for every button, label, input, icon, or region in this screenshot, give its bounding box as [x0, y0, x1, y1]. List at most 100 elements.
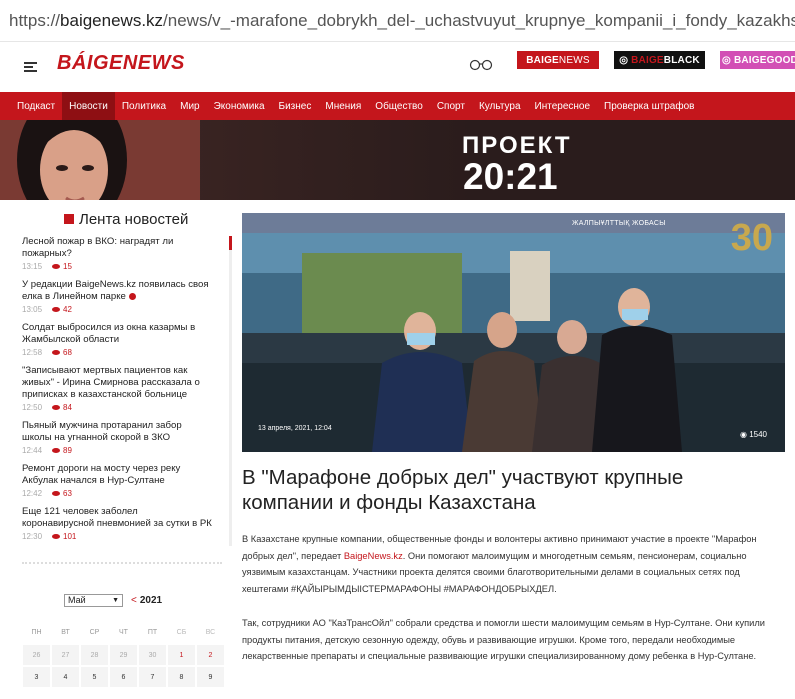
feed-item-title: У редакции BaigeNews.kz появилась своя е… [22, 279, 212, 303]
feed-item-meta: 12:42 63 [22, 489, 212, 498]
views-count: 1540 [749, 430, 767, 439]
month-select[interactable]: Май ▼ [64, 593, 123, 607]
feed-item-time: 12:44 [22, 446, 43, 455]
nav-item[interactable]: Политика [115, 92, 173, 120]
chevron-down-icon: ▼ [112, 596, 119, 604]
feed-title: Лента новостей [64, 210, 232, 228]
nav-item[interactable]: Спорт [430, 92, 472, 120]
nav-item[interactable]: Экономика [207, 92, 272, 120]
views-count: 84 [63, 403, 72, 412]
feed-item-title: Лесной пожар в ВКО: наградят ли пожарных… [22, 236, 212, 260]
views-count: 15 [63, 262, 72, 271]
url-host: baigenews.kz [60, 10, 164, 30]
brand-prefix: BAIGE [733, 54, 767, 66]
feed-item-meta: 13:15 15 [22, 262, 212, 271]
url-path: /news/v_-marafone_dobrykh_del-_uchastvuy… [163, 10, 795, 30]
eye-icon [52, 405, 61, 410]
feed-item-views: 68 [52, 348, 72, 357]
calendar-day[interactable]: 1 [167, 644, 196, 666]
baigeblack-button[interactable]: ◎ BAIGE BLACK [614, 51, 705, 69]
divider [22, 562, 222, 568]
feed-item-meta: 13:05 42 [22, 305, 212, 314]
brand-suffix: BLACK [663, 54, 700, 66]
calendar-day[interactable]: 27 [51, 644, 80, 666]
feed-item[interactable]: "Записывают мертвых пациентов как живых"… [22, 365, 212, 412]
eye-icon [52, 448, 61, 453]
main-nav: Подкаст Новости Политика Мир Экономика Бизнес… [0, 92, 795, 120]
heart-icon: ◎ [722, 54, 731, 66]
feed-list[interactable]: Лесной пожар в ВКО: наградят ли пожарных… [22, 236, 232, 566]
calendar-day[interactable]: 26 [22, 644, 51, 666]
source-link[interactable]: BaigeNews.kz [344, 551, 403, 561]
calendar-day[interactable]: 4 [51, 666, 80, 688]
feed-item-meta: 12:50 84 [22, 403, 212, 412]
nav-item[interactable]: Мнения [318, 92, 368, 120]
nav-item[interactable]: Новости [62, 92, 115, 120]
calendar-header: Май ▼ < 2021 [64, 592, 227, 608]
feed-item-title-text: Лесной пожар в ВКО: наградят ли пожарных… [22, 236, 174, 259]
feed-item-views: 89 [52, 446, 72, 455]
nav-item[interactable]: Проверка штрафов [597, 92, 701, 120]
calendar-day[interactable]: 8 [167, 666, 196, 688]
views-count: 68 [63, 348, 72, 357]
feed-item[interactable]: Солдат выбросился из окна казармы в Жамб… [22, 322, 212, 357]
prev-year-button[interactable]: < [131, 595, 137, 606]
feed-item-title-text: "Записывают мертвых пациентов как живых"… [22, 365, 200, 400]
brand-suffix: GOOD [766, 54, 795, 66]
weekday-label: ЧТ [119, 629, 128, 636]
article: ЖАЛПЫҰЛТТЫҚ ЖОБАСЫ 30 13 апреля, 2021, 1… [242, 213, 785, 665]
feed-item-title-text: Солдат выбросился из окна казармы в Жамб… [22, 322, 196, 345]
anniversary-badge: 30 [730, 217, 773, 259]
photo-scene [242, 213, 785, 452]
nav-item[interactable]: Интересное [528, 92, 598, 120]
eye-icon [52, 491, 61, 496]
feed-item-meta: 12:30 101 [22, 532, 212, 541]
article-date: 13 апреля, 2021, 12:04 [258, 425, 332, 432]
feed-item[interactable]: Еще 121 человек заболел коронавирусной п… [22, 506, 212, 541]
eye-icon [52, 350, 61, 355]
nav-item[interactable]: Мир [173, 92, 206, 120]
feed-item[interactable]: Ремонт дороги на мосту через реку Акбула… [22, 463, 212, 498]
calendar-day[interactable]: 29 [109, 644, 138, 666]
weekday-label: СБ [176, 629, 187, 636]
baigenews-button[interactable]: BAIGE NEWS [517, 51, 599, 69]
nav-item[interactable]: Общество [368, 92, 430, 120]
feed-item[interactable]: Лесной пожар в ВКО: наградят ли пожарных… [22, 236, 212, 271]
brand-suffix: NEWS [558, 54, 590, 66]
baigegood-button[interactable]: ◎ BAIGE GOOD [720, 51, 795, 69]
calendar-grid: ПН ВТ СР ЧТ ПТ СБ ВС 26 27 28 29 30 1 2 3 4 5 6 7 8 9 [22, 622, 227, 688]
feed-item-meta: 12:44 89 [22, 446, 212, 455]
calendar-day[interactable]: 3 [22, 666, 51, 688]
banner[interactable]: ПРОЕКТ 20:21 [0, 120, 795, 200]
scrollbar-thumb[interactable] [229, 236, 232, 250]
article-photo[interactable]: ЖАЛПЫҰЛТТЫҚ ЖОБАСЫ 30 13 апреля, 2021, 1… [242, 213, 785, 452]
calendar-day[interactable]: 9 [196, 666, 225, 688]
feed-item[interactable]: У редакции BaigeNews.kz появилась своя е… [22, 279, 212, 314]
calendar-day[interactable]: 7 [138, 666, 167, 688]
camera-icon: ◎ [619, 54, 629, 66]
feed-scrollbar[interactable] [229, 236, 232, 546]
article-title: В "Марафоне добрых дел" участвуют крупны… [242, 466, 684, 514]
site-logo[interactable]: BÁIGENEWS [57, 52, 185, 75]
menu-icon[interactable] [24, 62, 37, 72]
calendar-day[interactable]: 5 [80, 666, 109, 688]
nav-item[interactable]: Подкаст [10, 92, 62, 120]
calendar-day[interactable]: 6 [109, 666, 138, 688]
eye-icon: ◉ [739, 430, 747, 439]
eye-icon [52, 534, 61, 539]
nav-item[interactable]: Культура [472, 92, 528, 120]
calendar-day[interactable]: 28 [80, 644, 109, 666]
feed-item-time: 12:50 [22, 403, 43, 412]
feed-item[interactable]: Пьяный мужчина протаранил забор школы на… [22, 420, 212, 455]
calendar-day[interactable]: 30 [138, 644, 167, 666]
feed-item-views: 84 [52, 403, 72, 412]
glasses-icon[interactable] [469, 59, 493, 71]
views-count: 101 [63, 532, 77, 541]
calendar-day[interactable]: 2 [196, 644, 225, 666]
feed-item-title: Солдат выбросился из окна казармы в Жамб… [22, 322, 212, 346]
feed-item-views: 42 [52, 305, 72, 314]
feed-item-views: 15 [52, 262, 72, 271]
address-bar[interactable]: https://baigenews.kz/news/v_-marafone_do… [0, 0, 795, 42]
nav-item[interactable]: Бизнес [272, 92, 319, 120]
feed-item-meta: 12:58 68 [22, 348, 212, 357]
